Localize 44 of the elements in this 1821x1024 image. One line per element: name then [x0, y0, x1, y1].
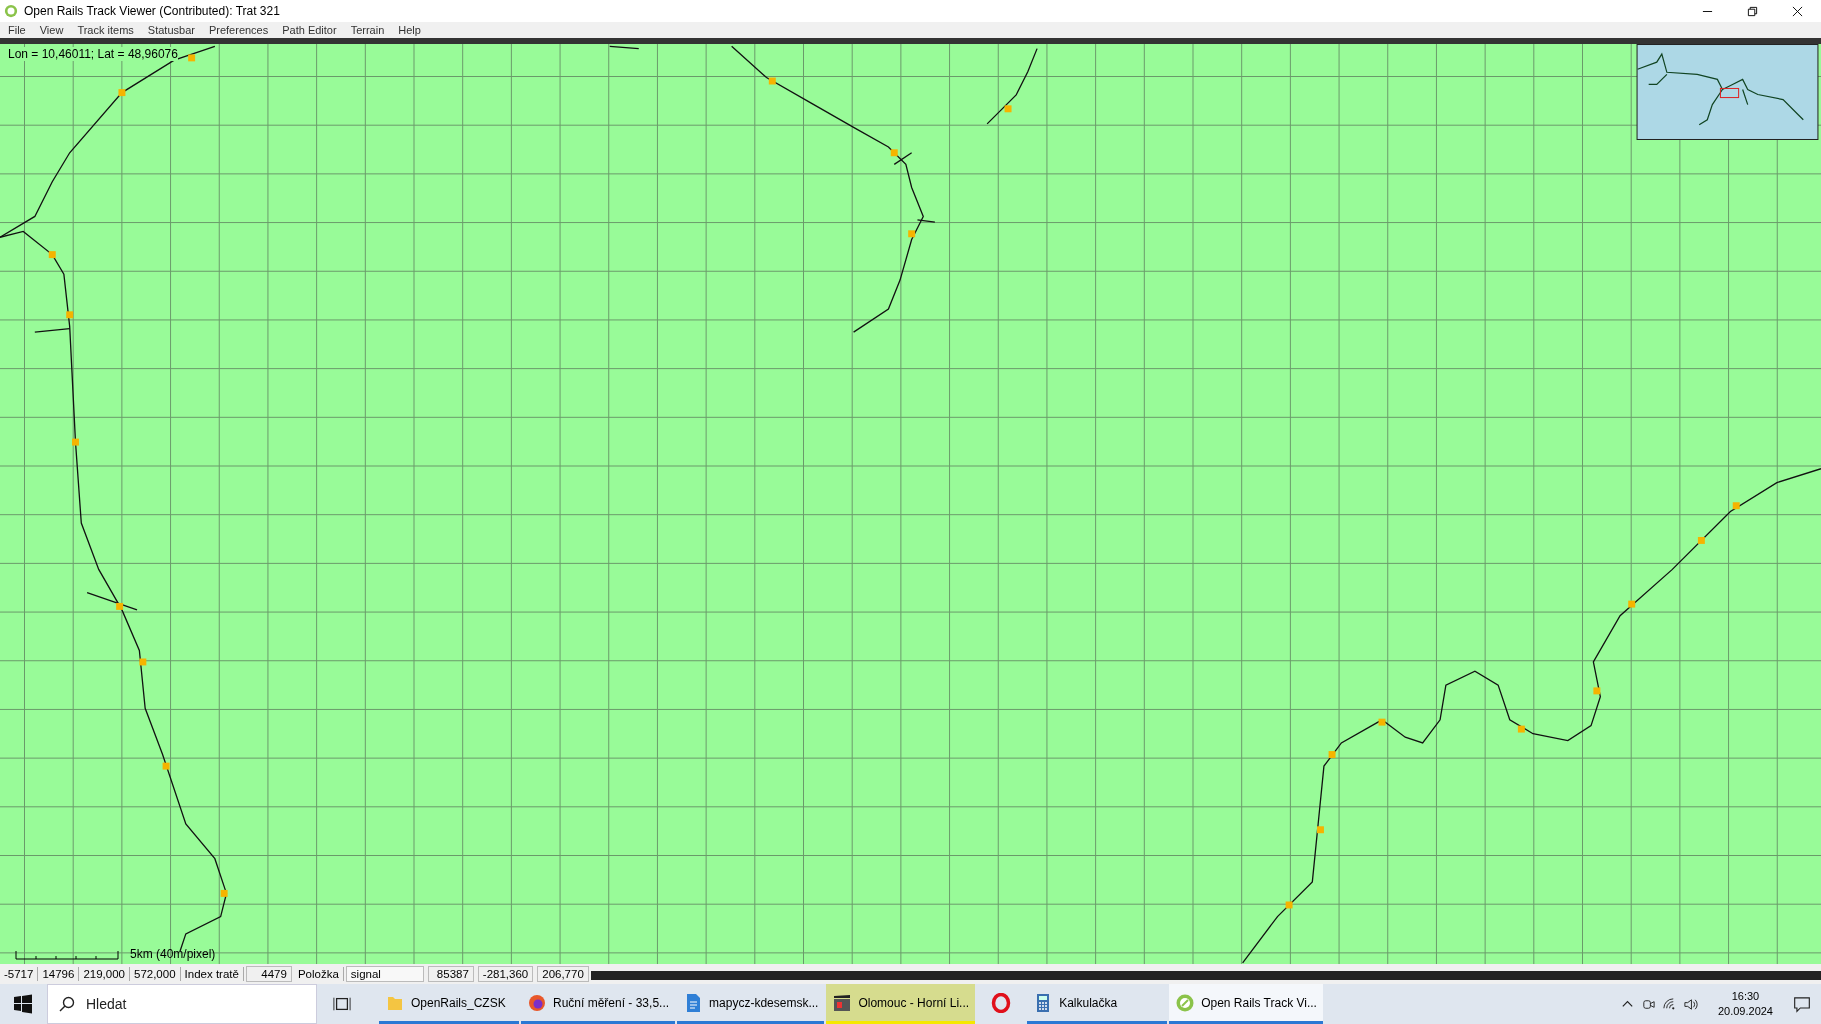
wifi-icon[interactable]: [1661, 996, 1677, 1012]
status-cell: 85387: [427, 966, 474, 982]
globe-icon: [527, 992, 547, 1013]
status-cell: 572,000: [130, 967, 181, 981]
menu-item[interactable]: Help: [398, 24, 421, 36]
menu-item[interactable]: Terrain: [350, 24, 385, 36]
window-title: Open Rails Track Viewer (Contributed): Trat 321: [24, 4, 280, 18]
status-cell: -5717: [0, 967, 39, 981]
circle-icon: [1175, 992, 1196, 1013]
scale-label: 5km (40m/pixel): [130, 948, 216, 960]
app-icon: [4, 4, 18, 18]
restore-icon[interactable]: [1747, 5, 1758, 17]
taskbar-app[interactable]: Open Rails Track Vi...: [1169, 984, 1323, 1024]
status-cell: Položka: [293, 967, 344, 981]
ring-icon: [991, 992, 1012, 1013]
status-cell: signal: [345, 966, 424, 982]
status-cell: 14796: [38, 967, 80, 981]
status-cell: 206,770: [537, 966, 589, 982]
start-icon[interactable]: [13, 994, 33, 1014]
clapperboard-icon: [832, 992, 853, 1013]
notification-icon[interactable]: [1793, 995, 1811, 1013]
menu-item[interactable]: Path Editor: [282, 24, 337, 36]
minimap-drawing[interactable]: [1636, 44, 1819, 140]
coordinates-text: Lon = 10,46011; Lat = 48,96076: [8, 47, 178, 61]
menu-item[interactable]: View: [39, 24, 64, 36]
taskbar-app[interactable]: Olomouc - Horní Li...: [826, 984, 976, 1024]
speaker-icon[interactable]: [1682, 996, 1698, 1012]
taskbar-app[interactable]: OpenRails_CZSK: [379, 984, 519, 1024]
taskbar-app[interactable]: Kalkulačka: [1027, 984, 1168, 1024]
status-cell: Index tratě: [180, 967, 244, 981]
close-icon[interactable]: [1792, 5, 1803, 17]
menu-item[interactable]: File: [8, 24, 26, 36]
menu-item[interactable]: Track items: [77, 24, 134, 36]
task-view-icon[interactable]: [333, 995, 351, 1013]
status-cell: 219,000: [79, 967, 130, 981]
clock[interactable]: 16:30 20.09.2024: [1703, 989, 1787, 1019]
search-icon: [59, 996, 75, 1012]
menu-item[interactable]: Statusbar: [147, 24, 195, 36]
menu-item[interactable]: Preferences: [208, 24, 269, 36]
search-field[interactable]: Hledat: [47, 984, 317, 1024]
taskbar-app[interactable]: Ruční měření - 33,5...: [521, 984, 676, 1024]
status-cell: 4479: [245, 966, 292, 982]
status-cell: -281,360: [477, 966, 534, 982]
taskbar-app[interactable]: mapycz-kdesemsk...: [677, 984, 825, 1024]
